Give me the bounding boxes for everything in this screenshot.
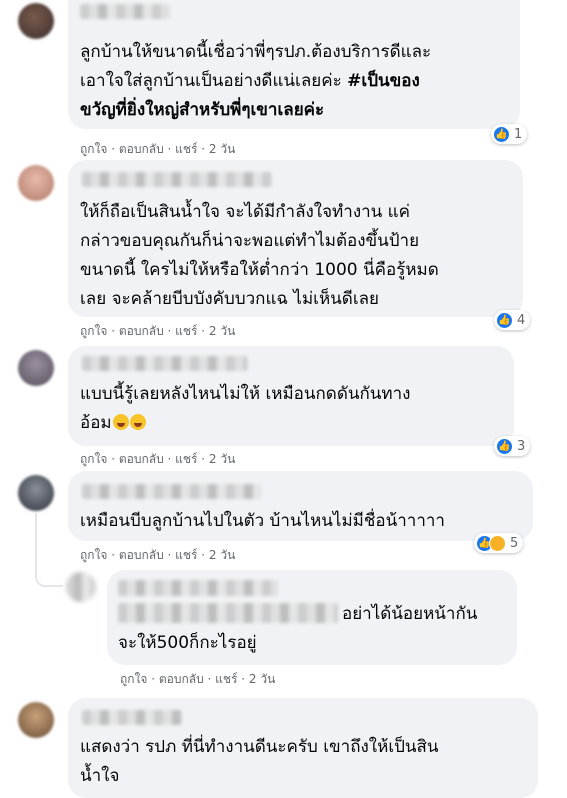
avatar[interactable] bbox=[18, 702, 54, 738]
comment-text-line: แสดงว่า รปภ ที่นี่ทำงานดีนะครับ เขาถึงให… bbox=[80, 737, 439, 757]
author-name[interactable] bbox=[82, 710, 182, 725]
reaction-badge[interactable]: 👍 4 bbox=[494, 310, 531, 330]
avatar[interactable] bbox=[18, 165, 54, 201]
reaction-count: 4 bbox=[517, 312, 526, 328]
laughing-emoji-icon bbox=[129, 414, 146, 430]
reply-thread-line bbox=[35, 513, 63, 587]
comment-text-line: อย่าได้น้อยหน้ากัน bbox=[342, 604, 478, 624]
comment-actions[interactable]: ถูกใจ · ตอบกลับ · แชร์ · 2 วัน bbox=[80, 546, 235, 565]
hashtag[interactable]: #เป็นของ bbox=[347, 71, 420, 91]
reaction-count: 3 bbox=[517, 438, 526, 454]
reaction-count: 1 bbox=[514, 126, 523, 142]
author-name[interactable] bbox=[118, 580, 278, 596]
author-name[interactable] bbox=[82, 356, 247, 371]
like-icon: 👍 bbox=[493, 125, 510, 143]
mentioned-name[interactable] bbox=[118, 603, 338, 623]
comment-text-line: เอาใจใส่ลูกบ้านเป็นอย่างดีแน่เลยค่ะ #เป็… bbox=[80, 71, 420, 91]
laughing-emoji-icon bbox=[112, 414, 129, 430]
avatar[interactable] bbox=[66, 572, 96, 602]
comment-text-line: เลย จะคล้ายบีบบังคับบวกแฉ ไม่เห็นดีเลย bbox=[80, 289, 380, 309]
comment-text-line: น้ำใจ bbox=[80, 766, 120, 786]
reaction-badge[interactable]: 👍 3 bbox=[494, 436, 531, 456]
comment-text-line: อ้อม bbox=[80, 409, 146, 438]
comment-text-line: ขนาดนี้ ใครไม่ให้หรือให้ต่ำกว่า 1000 นี่… bbox=[80, 260, 439, 280]
like-icon: 👍 bbox=[496, 311, 513, 329]
avatar[interactable] bbox=[18, 350, 54, 386]
reaction-badge[interactable]: 👍 1 bbox=[491, 124, 528, 144]
like-icon: 👍 bbox=[496, 437, 513, 455]
avatar[interactable] bbox=[18, 475, 54, 511]
author-name[interactable] bbox=[82, 484, 262, 499]
comment-text-line: จะให้500ก็กะไรอยู่ bbox=[118, 633, 257, 653]
avatar[interactable] bbox=[18, 3, 54, 39]
reaction-badge[interactable]: 👍 5 bbox=[474, 533, 524, 553]
comment-text-line: เหมือนบีบลูกบ้านไปในตัว บ้านไหนไม่มีชื่อ… bbox=[80, 511, 445, 531]
comment-text-line: แบบนี้รู้เลยหลังไหนไม่ให้ เหมือนกดดันกัน… bbox=[80, 384, 411, 404]
comment-actions[interactable]: ถูกใจ · ตอบกลับ · แชร์ · 2 วัน bbox=[80, 450, 235, 469]
comment-text-line: ให้ก็ถือเป็นสินน้ำใจ จะได้มีกำลังใจทำงาน… bbox=[80, 202, 411, 222]
reaction-count: 5 bbox=[510, 535, 519, 551]
comment-text-line: ลูกบ้านให้ขนาดนี้เชื่อว่าพี่ๆรปภ.ต้องบริ… bbox=[80, 42, 432, 62]
author-name[interactable] bbox=[82, 172, 272, 187]
comment-actions[interactable]: ถูกใจ · ตอบกลับ · แชร์ · 2 วัน bbox=[120, 670, 275, 689]
comment-actions[interactable]: ถูกใจ · ตอบกลับ · แชร์ · 2 วัน bbox=[80, 322, 235, 341]
comment-actions[interactable]: ถูกใจ · ตอบกลับ · แชร์ · 2 วัน bbox=[80, 140, 235, 159]
comment-text-line: ขวัญที่ยิ่งใหญ่สำหรับพี่ๆเขาเลยค่ะ bbox=[80, 100, 325, 120]
comment-text-line: กล่าวขอบคุณกันก็น่าจะพอแต่ทำไมต้องขึ้นป้… bbox=[80, 231, 420, 251]
author-name[interactable] bbox=[80, 4, 170, 19]
haha-icon bbox=[489, 534, 506, 552]
